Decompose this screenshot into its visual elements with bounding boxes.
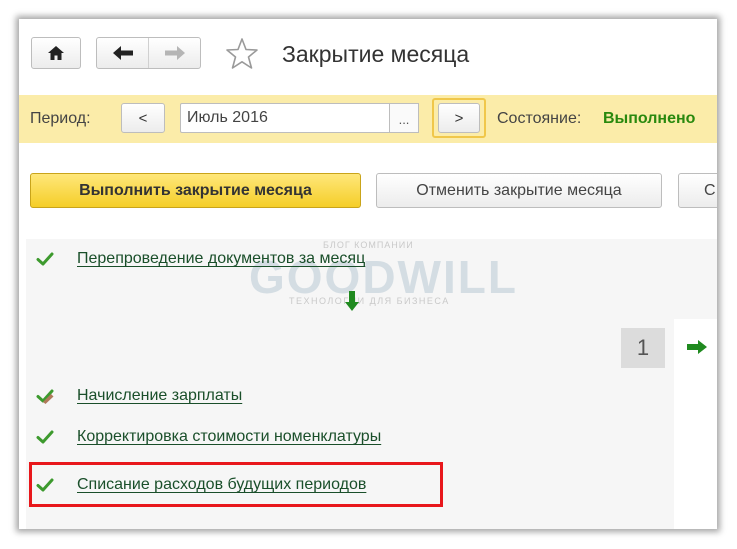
arrow-left-icon <box>112 46 133 60</box>
step-link-reposting[interactable]: Перепроведение документов за месяц <box>77 250 365 268</box>
check-pencil-icon <box>36 389 54 404</box>
state-label: Состояние: <box>497 110 582 127</box>
home-icon <box>48 46 64 60</box>
highlight-box <box>29 462 443 507</box>
window: Закрытие месяца Период: < Июль 2016 ... … <box>19 19 717 529</box>
action-toolbar: Выполнить закрытие месяца Отменить закры… <box>19 155 717 225</box>
period-select-button[interactable]: ... <box>389 103 419 133</box>
step-item: Начисление зарплаты <box>35 383 242 409</box>
star-outline-icon[interactable] <box>224 36 260 72</box>
check-icon <box>36 430 54 444</box>
back-button[interactable] <box>97 38 148 68</box>
cancel-month-close-button[interactable]: Отменить закрытие месяца <box>376 173 662 208</box>
step-link-cost-adjustment[interactable]: Корректировка стоимости номенклатуры <box>77 428 381 446</box>
arrow-right-icon <box>164 46 185 60</box>
check-icon <box>36 252 54 266</box>
state-value: Выполнено <box>603 110 696 127</box>
period-input[interactable]: Июль 2016 <box>180 103 390 133</box>
forward-button[interactable] <box>148 38 200 68</box>
history-nav <box>96 37 201 69</box>
arrow-down-icon <box>345 291 359 311</box>
run-month-close-button[interactable]: Выполнить закрытие месяца <box>30 173 361 208</box>
extra-toolbar-button[interactable]: С <box>678 173 717 208</box>
page-title: Закрытие месяца <box>282 41 470 67</box>
arrow-right-green-icon <box>687 340 707 354</box>
step-item: Перепроведение документов за месяц <box>35 246 365 272</box>
previous-period-button[interactable]: < <box>121 103 165 133</box>
step-link-payroll[interactable]: Начисление зарплаты <box>77 387 242 405</box>
next-period-focus: > <box>432 98 486 138</box>
period-label: Период: <box>30 110 91 127</box>
period-bar: Период: < Июль 2016 ... > Состояние: Вып… <box>19 95 717 143</box>
next-period-button[interactable]: > <box>438 103 480 133</box>
stage-counter: 1 <box>621 328 665 368</box>
home-button[interactable] <box>31 37 81 69</box>
step-item: Корректировка стоимости номенклатуры <box>35 424 381 450</box>
